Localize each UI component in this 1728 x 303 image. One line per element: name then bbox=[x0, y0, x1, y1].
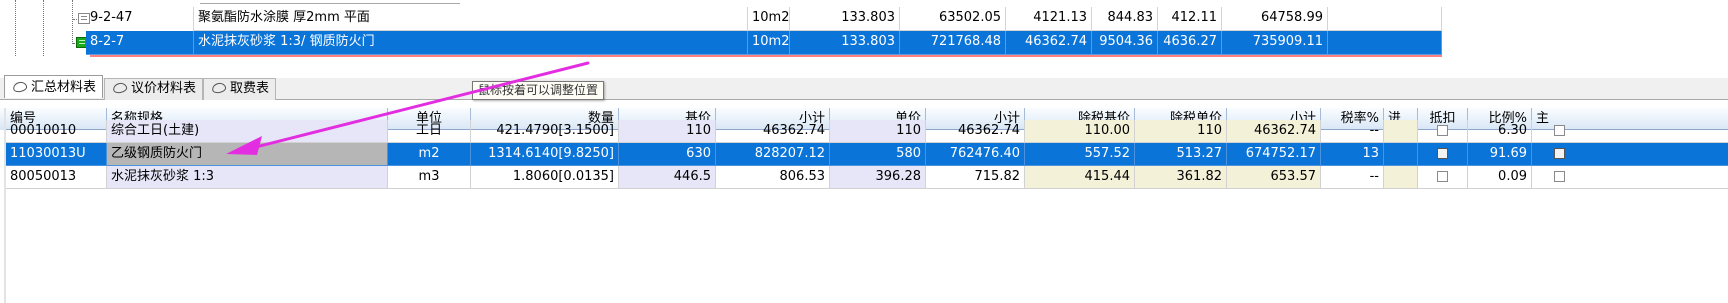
deduct-cell bbox=[1418, 166, 1468, 189]
quota-unit: 10m2 bbox=[748, 31, 790, 55]
material-unit: m2 bbox=[388, 143, 471, 166]
deduct-cell bbox=[1418, 143, 1468, 166]
table-row[interactable]: 80050013 水泥抹灰砂浆 1:3 m3 1.8060[0.0135] 44… bbox=[0, 166, 1728, 189]
material-name: 水泥抹灰砂浆 1:3 bbox=[107, 166, 388, 189]
checkbox-icon[interactable] bbox=[1437, 125, 1448, 136]
tab-negotiated-materials[interactable]: 议价材料表 bbox=[104, 78, 204, 100]
material-ratio: 91.69 bbox=[1468, 143, 1532, 166]
checkbox-icon[interactable] bbox=[1437, 148, 1448, 159]
quota-name: 水泥抹灰砂浆 1:3/ 钢质防火门 bbox=[194, 31, 748, 55]
material-input bbox=[1384, 166, 1418, 189]
material-tax-rate: 13 bbox=[1321, 143, 1384, 166]
material-qty: 1.8060[0.0135] bbox=[471, 166, 619, 189]
quota-code: 8-2-7 bbox=[86, 31, 194, 55]
drag-hint-tooltip: 鼠标按着可以调整位置 bbox=[472, 81, 605, 100]
material-code: 80050013 bbox=[6, 166, 107, 189]
material-name[interactable]: 乙级钢质防火门 bbox=[107, 143, 388, 166]
material-unit: m3 bbox=[388, 166, 471, 189]
clipped-row-edge bbox=[200, 0, 460, 4]
material-subtotal-3: 653.57 bbox=[1227, 166, 1321, 189]
material-base: 446.5 bbox=[619, 166, 716, 189]
material-price: 396.28 bbox=[830, 166, 926, 189]
tab-fee-table[interactable]: 取费表 bbox=[203, 78, 277, 100]
material-tax-price: 513.27 bbox=[1135, 143, 1227, 166]
table-row[interactable]: 00010010 综合工日(土建) 工日 421.4790[3.1500] 11… bbox=[0, 120, 1728, 143]
material-tax-base: 557.52 bbox=[1025, 143, 1135, 166]
quota-labor: 4121.13 bbox=[1006, 7, 1092, 31]
material-name: 综合工日(土建) bbox=[107, 120, 388, 143]
row-underline bbox=[90, 55, 1442, 57]
material-tax-price: 361.82 bbox=[1135, 166, 1227, 189]
tab-label: 取费表 bbox=[230, 81, 270, 96]
table-row-selected[interactable]: 11030013U 乙级钢质防火门 m2 1314.6140[9.8250] 6… bbox=[0, 143, 1728, 166]
material-subtotal-2: 715.82 bbox=[926, 166, 1025, 189]
material-unit: 工日 bbox=[388, 120, 471, 143]
main-cell bbox=[1532, 166, 1728, 189]
tab-bar: 汇总材料表 议价材料表 取费表 bbox=[0, 75, 1728, 100]
quota-machine: 4636.27 bbox=[1158, 31, 1222, 55]
quota-qty: 133.803 bbox=[790, 7, 900, 31]
material-subtotal-1: 828207.12 bbox=[716, 143, 830, 166]
material-tax-rate: -- bbox=[1321, 120, 1384, 143]
material-ratio: 0.09 bbox=[1468, 166, 1532, 189]
quota-name: 聚氨酯防水涂膜 厚2mm 平面 bbox=[194, 7, 748, 31]
material-qty: 1314.6140[9.8250] bbox=[471, 143, 619, 166]
link-tab-icon bbox=[112, 81, 128, 95]
material-base: 110 bbox=[619, 120, 716, 143]
quota-labor: 46362.74 bbox=[1006, 31, 1092, 55]
checkbox-icon[interactable] bbox=[1437, 171, 1448, 182]
material-tax-rate: -- bbox=[1321, 166, 1384, 189]
checkbox-icon[interactable] bbox=[1554, 148, 1565, 159]
material-tax-base: 110.00 bbox=[1025, 120, 1135, 143]
material-input bbox=[1384, 143, 1418, 166]
quota-unit: 10m2 bbox=[748, 7, 790, 31]
checkbox-icon[interactable] bbox=[1554, 125, 1565, 136]
material-ratio: 6.30 bbox=[1468, 120, 1532, 143]
quota-row[interactable]: 9-2-47 聚氨酯防水涂膜 厚2mm 平面 10m2 133.803 6350… bbox=[0, 7, 1590, 31]
material-price: 580 bbox=[830, 143, 926, 166]
link-tab-icon bbox=[12, 80, 28, 94]
quota-total: 721768.48 bbox=[900, 31, 1006, 55]
material-input bbox=[1384, 120, 1418, 143]
quota-material: 9504.36 bbox=[1092, 31, 1158, 55]
material-subtotal-1: 46362.74 bbox=[716, 120, 830, 143]
quota-extra bbox=[1328, 31, 1442, 55]
quota-grid: 9-2-47 聚氨酯防水涂膜 厚2mm 平面 10m2 133.803 6350… bbox=[0, 0, 1590, 62]
material-subtotal-2: 762476.40 bbox=[926, 143, 1025, 166]
material-base: 630 bbox=[619, 143, 716, 166]
quota-row-selected[interactable]: 8-2-7 水泥抹灰砂浆 1:3/ 钢质防火门 10m2 133.803 721… bbox=[0, 31, 1590, 55]
quota-qty: 133.803 bbox=[790, 31, 900, 55]
tab-label: 汇总材料表 bbox=[31, 80, 97, 95]
deduct-cell bbox=[1418, 120, 1468, 143]
material-code: 11030013U bbox=[6, 143, 107, 166]
material-tax-base: 415.44 bbox=[1025, 166, 1135, 189]
quota-machine: 412.11 bbox=[1158, 7, 1222, 31]
quota-sum: 64758.99 bbox=[1222, 7, 1328, 31]
quota-extra bbox=[1328, 7, 1442, 31]
tab-summary-materials[interactable]: 汇总材料表 bbox=[4, 75, 104, 98]
material-subtotal-3: 46362.74 bbox=[1227, 120, 1321, 143]
material-price: 110 bbox=[830, 120, 926, 143]
material-tax-price: 110 bbox=[1135, 120, 1227, 143]
main-cell bbox=[1532, 143, 1728, 166]
quota-total: 63502.05 bbox=[900, 7, 1006, 31]
checkbox-icon[interactable] bbox=[1554, 171, 1565, 182]
material-subtotal-1: 806.53 bbox=[716, 166, 830, 189]
quota-sum: 735909.11 bbox=[1222, 31, 1328, 55]
material-subtotal-2: 46362.74 bbox=[926, 120, 1025, 143]
main-cell bbox=[1532, 120, 1728, 143]
quota-material: 844.83 bbox=[1092, 7, 1158, 31]
link-tab-icon bbox=[211, 81, 227, 95]
material-qty: 421.4790[3.1500] bbox=[471, 120, 619, 143]
material-code: 00010010 bbox=[6, 120, 107, 143]
tab-label: 议价材料表 bbox=[131, 81, 197, 96]
quota-code: 9-2-47 bbox=[86, 7, 194, 31]
grid-left-edge bbox=[4, 108, 6, 303]
material-subtotal-3: 674752.17 bbox=[1227, 143, 1321, 166]
